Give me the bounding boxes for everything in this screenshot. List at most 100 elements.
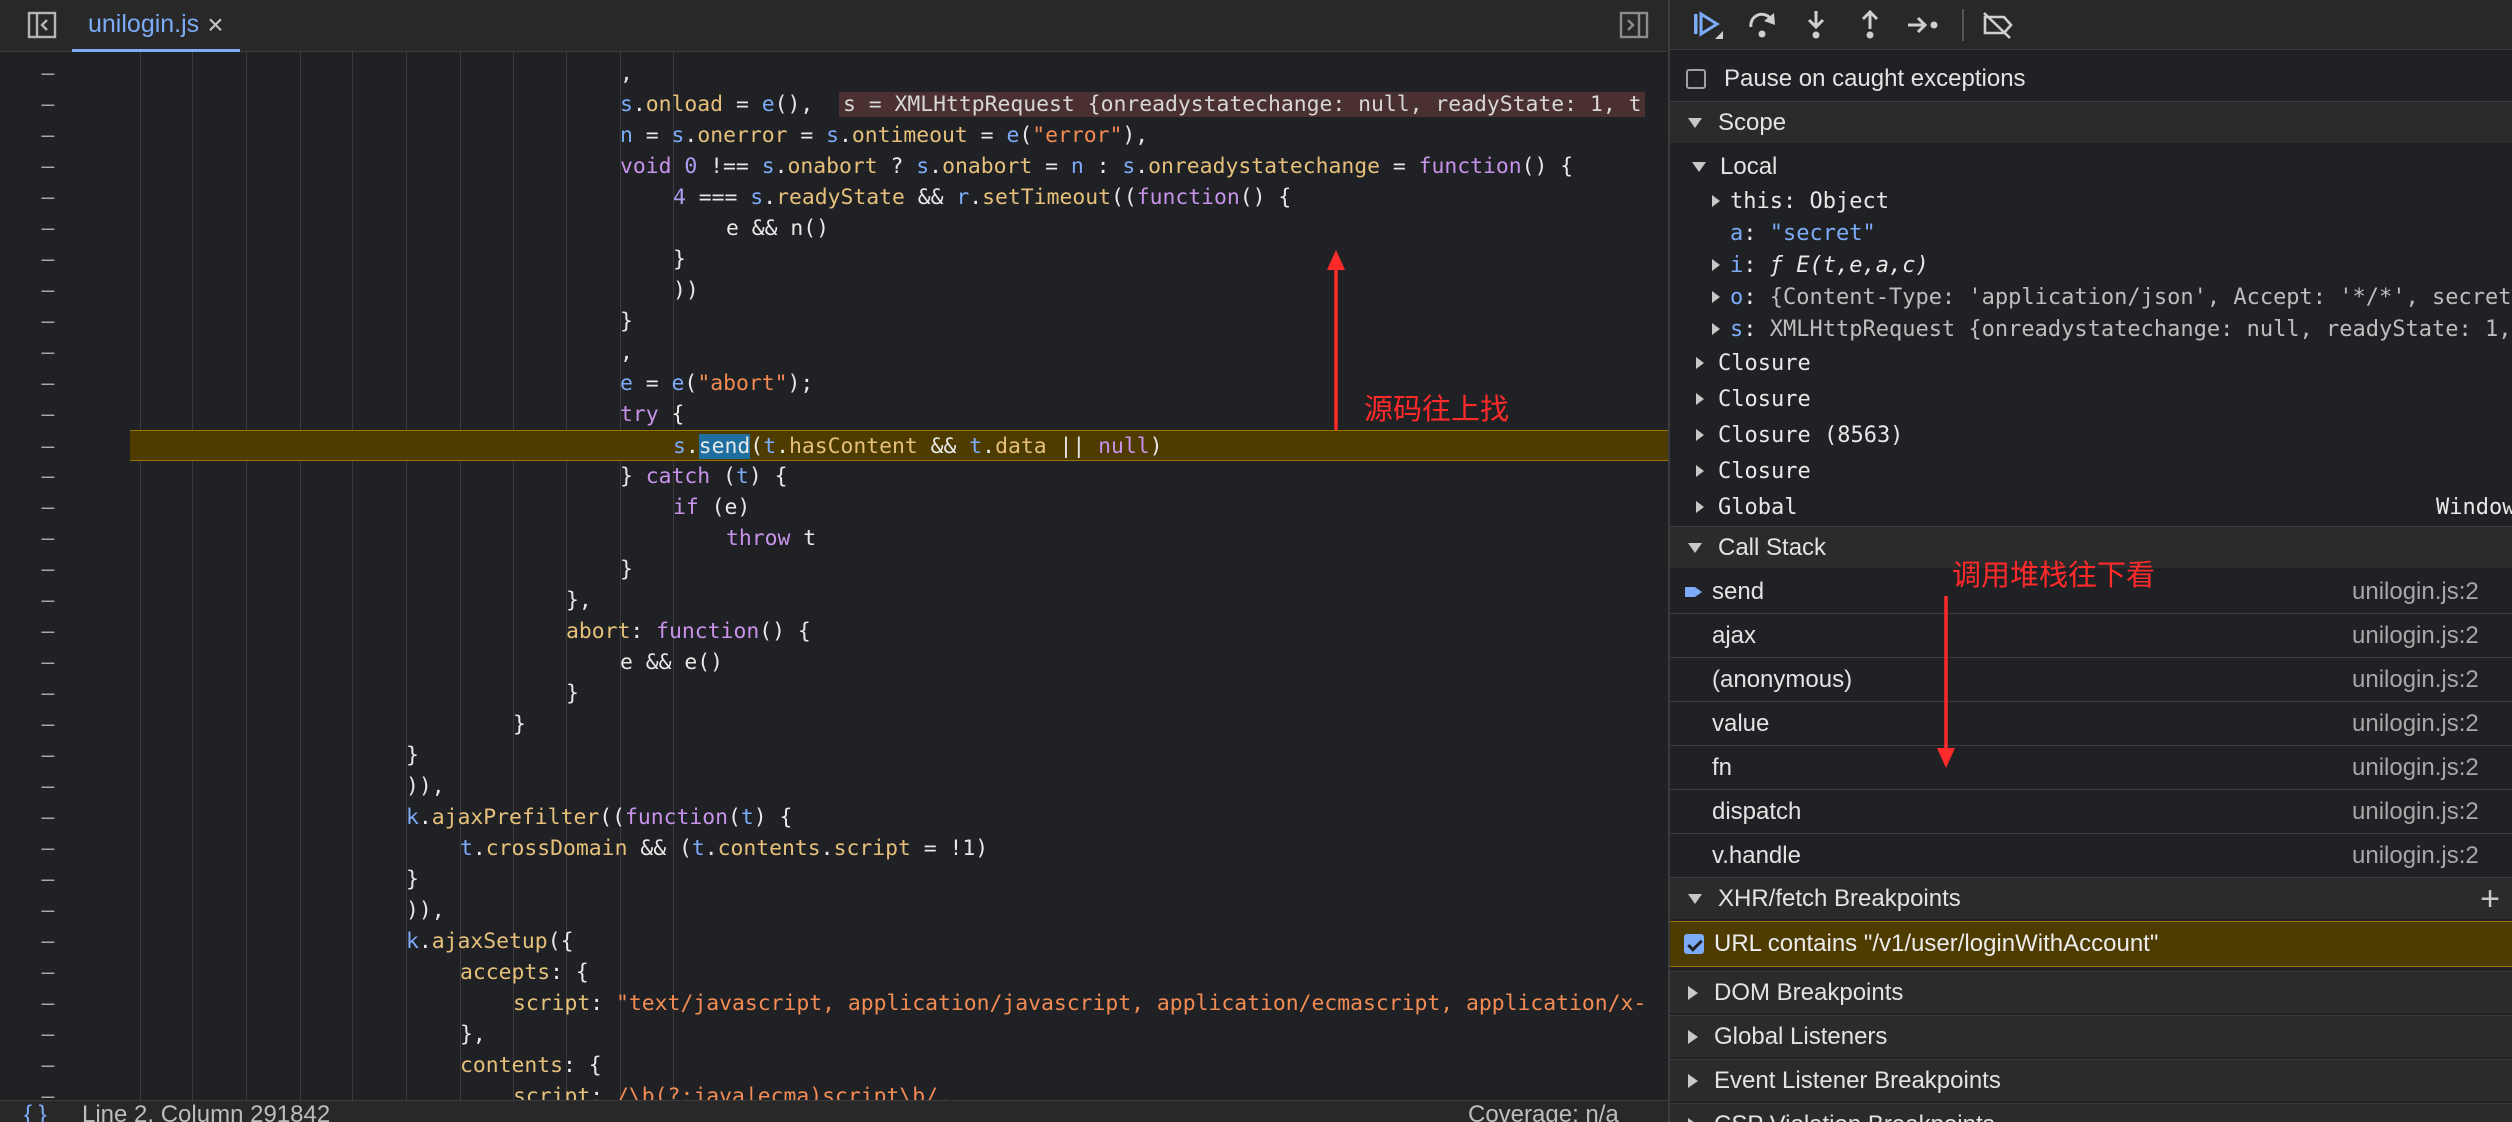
collapse-icon: [1688, 117, 1702, 128]
line-gutter-marker[interactable]: –: [0, 89, 96, 120]
line-gutter-marker[interactable]: –: [0, 926, 96, 957]
line-gutter-marker[interactable]: –: [0, 399, 96, 430]
annotation-arrow-down: [1937, 596, 1955, 768]
call-frame-dispatch[interactable]: dispatch unilogin.js:2: [1670, 790, 2512, 834]
scope-local-header[interactable]: Local: [1670, 150, 2512, 184]
step-out-button[interactable]: [1852, 8, 1888, 42]
call-frame-location[interactable]: unilogin.js:2: [2352, 666, 2479, 694]
line-gutter-marker[interactable]: –: [0, 275, 96, 306]
line-gutter-marker[interactable]: –: [0, 1019, 96, 1050]
event-title: Event Listener Breakpoints: [1714, 1066, 2001, 1094]
variable-name: s: [1730, 316, 1744, 342]
line-gutter-marker[interactable]: –: [0, 957, 96, 988]
pause-caught-checkbox[interactable]: [1686, 69, 1706, 89]
code-line: – script: "text/javascript, application/j…: [0, 988, 1668, 1019]
closure-label: Closure: [1718, 458, 1811, 484]
scope-variable-s[interactable]: s: XMLHttpRequest {onreadystatechange: n…: [1670, 312, 2512, 346]
call-frame-location[interactable]: unilogin.js:2: [2352, 842, 2479, 870]
line-gutter-marker[interactable]: –: [0, 895, 96, 926]
pause-caught-exceptions-row[interactable]: Pause on caught exceptions: [1670, 62, 2026, 96]
editor-tab-bar: unilogin.js ×: [0, 0, 1668, 52]
scope-closure-item[interactable]: Closure: [1670, 346, 2512, 380]
coverage-status[interactable]: Coverage: n/a: [1468, 1101, 1619, 1122]
dom-breakpoints-header[interactable]: DOM Breakpoints: [1670, 971, 2512, 1013]
line-gutter-marker[interactable]: –: [0, 523, 96, 554]
cursor-position: Line 2, Column 291842: [82, 1101, 331, 1122]
scope-closure-item[interactable]: Closure: [1670, 382, 2512, 416]
deactivate-breakpoints-button[interactable]: [1980, 8, 2016, 42]
line-gutter-marker[interactable]: –: [0, 678, 96, 709]
line-gutter-marker[interactable]: –: [0, 461, 96, 492]
add-xhr-breakpoint-icon[interactable]: +: [2480, 882, 2500, 916]
code-line: –}: [0, 709, 1668, 740]
line-gutter-marker[interactable]: –: [0, 337, 96, 368]
csp-breakpoints-header[interactable]: CSP Violation Breakpoints: [1670, 1103, 2512, 1122]
scope-section-header[interactable]: Scope: [1670, 101, 2512, 143]
call-frame-anonymous[interactable]: (anonymous) unilogin.js:2: [1670, 658, 2512, 702]
scope-closure-item[interactable]: Closure (8563): [1670, 418, 2512, 452]
toggle-debugger-sidebar-icon[interactable]: [1618, 10, 1650, 40]
call-frame-ajax[interactable]: ajax unilogin.js:2: [1670, 614, 2512, 658]
debugger-toolbar: [1670, 0, 2512, 50]
line-gutter-marker[interactable]: –: [0, 58, 96, 89]
xhr-breakpoint-checkbox[interactable]: [1684, 934, 1704, 954]
call-frame-location[interactable]: unilogin.js:2: [2352, 622, 2479, 650]
line-gutter-marker[interactable]: –: [0, 306, 96, 337]
xhr-breakpoints-header[interactable]: XHR/fetch Breakpoints +: [1670, 877, 2512, 919]
call-frame-location[interactable]: unilogin.js:2: [2352, 754, 2479, 782]
line-gutter-marker[interactable]: –: [0, 585, 96, 616]
step-into-button[interactable]: [1798, 8, 1834, 42]
global-listeners-header[interactable]: Global Listeners: [1670, 1015, 2512, 1057]
line-gutter-marker[interactable]: –: [0, 182, 96, 213]
line-gutter-marker[interactable]: –: [0, 709, 96, 740]
xhr-breakpoint-item[interactable]: URL contains "/v1/user/loginWithAccount": [1670, 921, 2512, 967]
call-frame-location[interactable]: unilogin.js:2: [2352, 798, 2479, 826]
call-frame-v-handle[interactable]: v.handle unilogin.js:2: [1670, 834, 2512, 878]
file-tab-unilogin[interactable]: unilogin.js ×: [72, 0, 240, 52]
line-gutter-marker[interactable]: –: [0, 244, 96, 275]
step-over-button[interactable]: [1744, 8, 1780, 42]
step-button[interactable]: [1906, 8, 1942, 42]
closure-extra: Window: [2436, 494, 2512, 520]
call-frame-location[interactable]: unilogin.js:2: [2352, 710, 2479, 738]
line-gutter-marker[interactable]: –: [0, 802, 96, 833]
line-gutter-marker[interactable]: –: [0, 368, 96, 399]
line-gutter-marker[interactable]: –: [0, 771, 96, 802]
line-gutter-marker[interactable]: –: [0, 647, 96, 678]
toggle-navigator-icon[interactable]: [26, 10, 58, 40]
line-gutter-marker[interactable]: –: [0, 864, 96, 895]
line-gutter-marker[interactable]: –: [0, 616, 96, 647]
code-text: s.send(t.hasContent && t.data || null): [673, 434, 1163, 459]
line-gutter-marker[interactable]: –: [0, 492, 96, 523]
line-gutter-marker[interactable]: –: [0, 1050, 96, 1081]
call-frame-fn[interactable]: fn unilogin.js:2: [1670, 746, 2512, 790]
scope-closure-item[interactable]: Global Window: [1670, 490, 2512, 524]
code-area[interactable]: –, – s.onload = e(), s = XMLHttpRequest {o…: [0, 52, 1668, 1100]
annotation-stack-down: 调用堆栈往下看: [1952, 560, 2156, 592]
resume-button[interactable]: [1690, 8, 1726, 42]
code-text: script: /\b(?:java|ecma)script\b/,: [513, 1084, 951, 1100]
call-frame-function: v.handle: [1712, 841, 1801, 869]
scope-closure-item[interactable]: Closure: [1670, 454, 2512, 488]
line-gutter-marker[interactable]: –: [0, 740, 96, 771]
line-gutter-marker[interactable]: –: [0, 213, 96, 244]
pretty-print-icon[interactable]: { }: [24, 1101, 47, 1122]
scope-variable-o[interactable]: o: {Content-Type: 'application/json', Ac…: [1670, 280, 2512, 314]
line-gutter-marker[interactable]: –: [0, 833, 96, 864]
collapse-icon: [1692, 162, 1706, 172]
line-gutter-marker[interactable]: –: [0, 151, 96, 182]
line-gutter-marker[interactable]: –: [0, 988, 96, 1019]
scope-title: Scope: [1718, 108, 1787, 136]
code-text: abort: function() {: [566, 619, 811, 644]
line-gutter-marker[interactable]: –: [0, 120, 96, 151]
line-gutter-marker[interactable]: –: [0, 1081, 96, 1100]
code-line: – k.ajaxSetup({: [0, 926, 1668, 957]
call-frame-location[interactable]: unilogin.js:2: [2352, 578, 2479, 606]
call-frame-value[interactable]: value unilogin.js:2: [1670, 702, 2512, 746]
line-gutter-marker[interactable]: –: [0, 431, 96, 462]
close-tab-icon[interactable]: ×: [207, 10, 223, 39]
event-listener-breakpoints-header[interactable]: Event Listener Breakpoints: [1670, 1059, 2512, 1101]
line-gutter-marker[interactable]: –: [0, 554, 96, 585]
scope-variable-this[interactable]: this: Object: [1670, 184, 2512, 218]
scope-variable-i[interactable]: i: ƒ E(t,e,a,c): [1670, 248, 2512, 282]
